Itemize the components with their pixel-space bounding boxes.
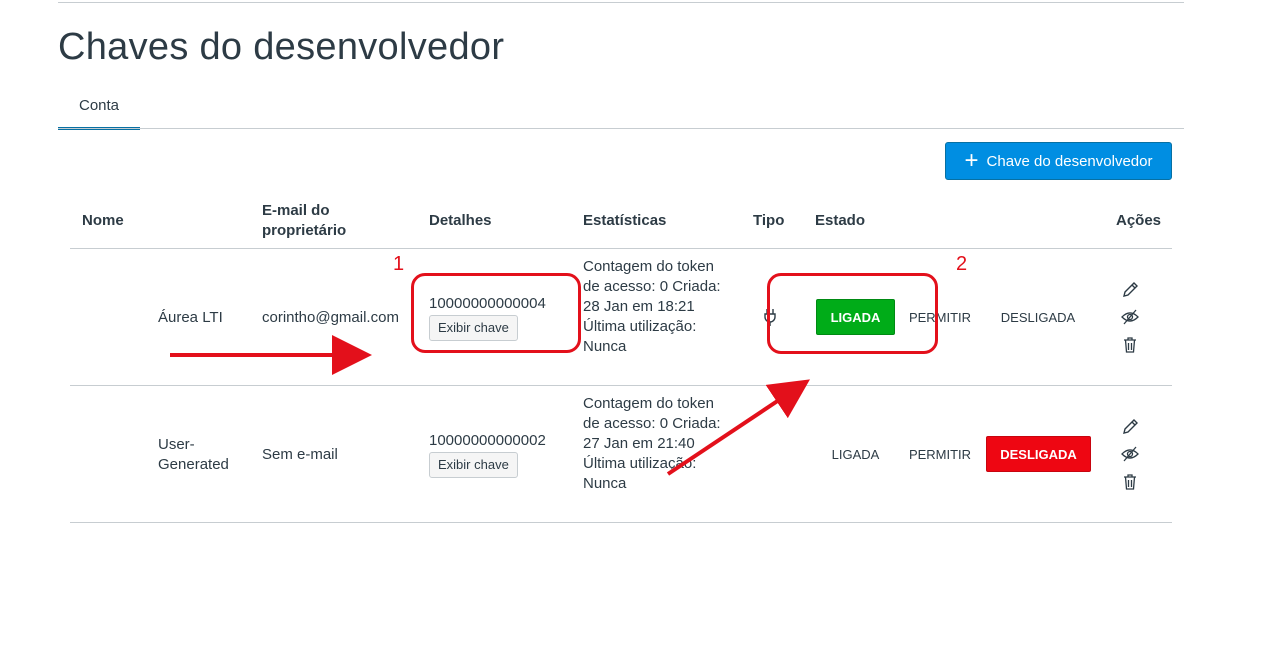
annotation-arrow-2 [666,379,810,476]
annotation-arrows [170,335,810,476]
